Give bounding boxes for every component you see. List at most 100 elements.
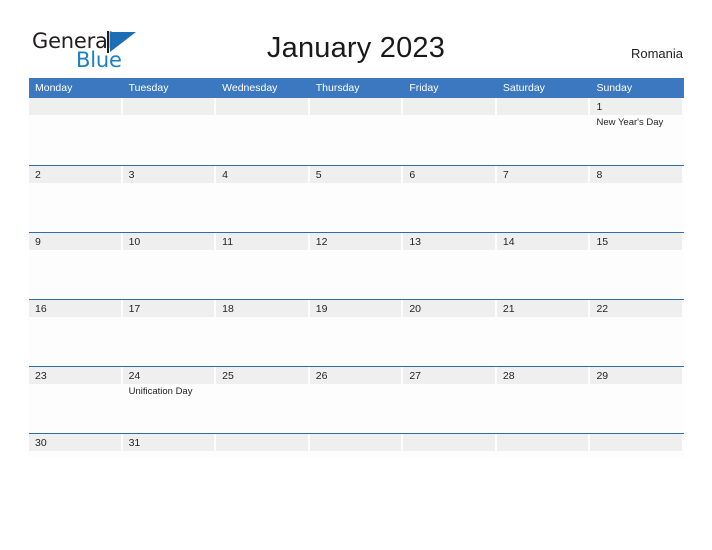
holiday-label: New Year's Day [596,117,664,128]
calendar-day-3[interactable]: 3 [122,166,217,232]
day-number-band [403,166,495,183]
calendar-day-15[interactable]: 15 [590,233,685,299]
calendar-day-19[interactable]: 19 [309,300,404,366]
day-number-band [122,98,215,115]
calendar-day-17[interactable]: 17 [122,300,217,366]
page-header: General Blue January 2023 Romania [0,0,712,78]
day-number: 8 [596,169,603,181]
day-number: 4 [222,169,228,181]
calendar-day-11[interactable]: 11 [216,233,310,299]
calendar-day-28[interactable]: 28 [496,367,591,433]
holiday-label: Unification Day [128,386,193,397]
calendar-day-empty[interactable] [496,98,591,165]
day-number-band [122,166,215,183]
weekday-header-tuesday: Tuesday [128,82,169,94]
day-number-band [29,233,121,250]
weekday-header-friday: Friday [409,82,439,94]
day-number-band [496,98,589,115]
day-number: 23 [35,370,47,382]
calendar-day-1[interactable]: 1 New Year's Day [590,98,685,165]
calendar-week-row: 2 3 4 5 6 7 8 [29,165,685,232]
day-events: New Year's Day [596,117,680,129]
calendar-day-empty[interactable] [309,98,404,165]
calendar-day-5[interactable]: 5 [309,166,404,232]
day-number: 12 [315,236,328,248]
calendar-day-22[interactable]: 22 [590,300,685,366]
calendar-day-4[interactable]: 4 [216,166,310,232]
day-number: 21 [502,303,515,315]
country-label: Romania [630,46,683,61]
calendar-page: General Blue January 2023 Romania Monday… [0,0,712,550]
day-number: 27 [409,370,421,382]
calendar-day-21[interactable]: 21 [496,300,591,366]
weekday-header-wednesday: Wednesday [222,82,278,94]
calendar-day-empty[interactable] [309,434,404,458]
day-number: 6 [409,169,416,181]
calendar-day-27[interactable]: 27 [403,367,497,433]
day-number-band [309,434,402,451]
calendar-day-13[interactable]: 13 [403,233,497,299]
calendar-weeks: 1 New Year's Day 2 3 4 5 6 7 8 9 10 11 12 13 14 15 16 17 1… [29,98,685,458]
calendar-day-14[interactable]: 14 [496,233,591,299]
calendar-day-20[interactable]: 20 [403,300,497,366]
day-number-band [309,98,402,115]
day-number: 31 [128,437,141,449]
day-number: 30 [35,437,47,449]
calendar-day-12[interactable]: 12 [309,233,404,299]
calendar-day-31[interactable]: 31 [122,434,217,458]
day-number: 19 [315,303,328,315]
day-number-band [590,166,683,183]
calendar-day-23[interactable]: 23 [29,367,123,433]
calendar-day-empty[interactable] [403,98,497,165]
weekday-header-saturday: Saturday [502,82,545,94]
calendar-day-empty[interactable] [496,434,591,458]
calendar-week-row: 16 17 18 19 20 21 22 [29,299,685,366]
calendar-day-empty[interactable] [122,98,217,165]
calendar-day-7[interactable]: 7 [496,166,591,232]
day-number-band [403,98,495,115]
calendar-week-row: 9 10 11 12 13 14 15 [29,232,685,299]
calendar-day-empty[interactable] [216,98,310,165]
day-number: 16 [35,303,47,315]
calendar-day-24[interactable]: 24 Unification Day [122,367,217,433]
day-number-band [29,98,121,115]
day-number: 10 [128,236,141,248]
day-number: 29 [596,370,609,382]
calendar-day-18[interactable]: 18 [216,300,310,366]
day-number-band [496,434,589,451]
day-number-band [29,166,121,183]
calendar-day-empty[interactable] [590,434,685,458]
calendar-day-30[interactable]: 30 [29,434,123,458]
day-events: Unification Day [129,386,213,398]
day-number: 14 [502,236,515,248]
calendar-day-6[interactable]: 6 [403,166,497,232]
day-number: 18 [222,303,234,315]
calendar-day-16[interactable]: 16 [29,300,123,366]
calendar-day-26[interactable]: 26 [309,367,404,433]
day-number-band [309,166,402,183]
day-number: 24 [128,370,141,382]
calendar-day-empty[interactable] [403,434,497,458]
calendar-day-9[interactable]: 9 [29,233,123,299]
day-number-band [216,166,308,183]
day-number: 25 [222,370,234,382]
calendar-day-empty[interactable] [216,434,310,458]
weekday-header-monday: Monday [35,82,73,94]
day-number: 28 [502,370,515,382]
calendar-day-empty[interactable] [29,98,123,165]
calendar-day-25[interactable]: 25 [216,367,310,433]
calendar-day-8[interactable]: 8 [590,166,685,232]
calendar-week-row: 1 New Year's Day [29,98,685,165]
day-number: 3 [128,169,135,181]
day-number: 22 [596,303,609,315]
day-number: 20 [409,303,421,315]
day-number: 2 [35,169,41,181]
calendar-day-10[interactable]: 10 [122,233,217,299]
weekday-header-thursday: Thursday [315,82,360,94]
day-number: 15 [596,236,609,248]
calendar-day-2[interactable]: 2 [29,166,123,232]
day-number-band [496,166,589,183]
calendar-day-29[interactable]: 29 [590,367,685,433]
day-number: 11 [222,236,234,248]
day-number: 13 [409,236,421,248]
